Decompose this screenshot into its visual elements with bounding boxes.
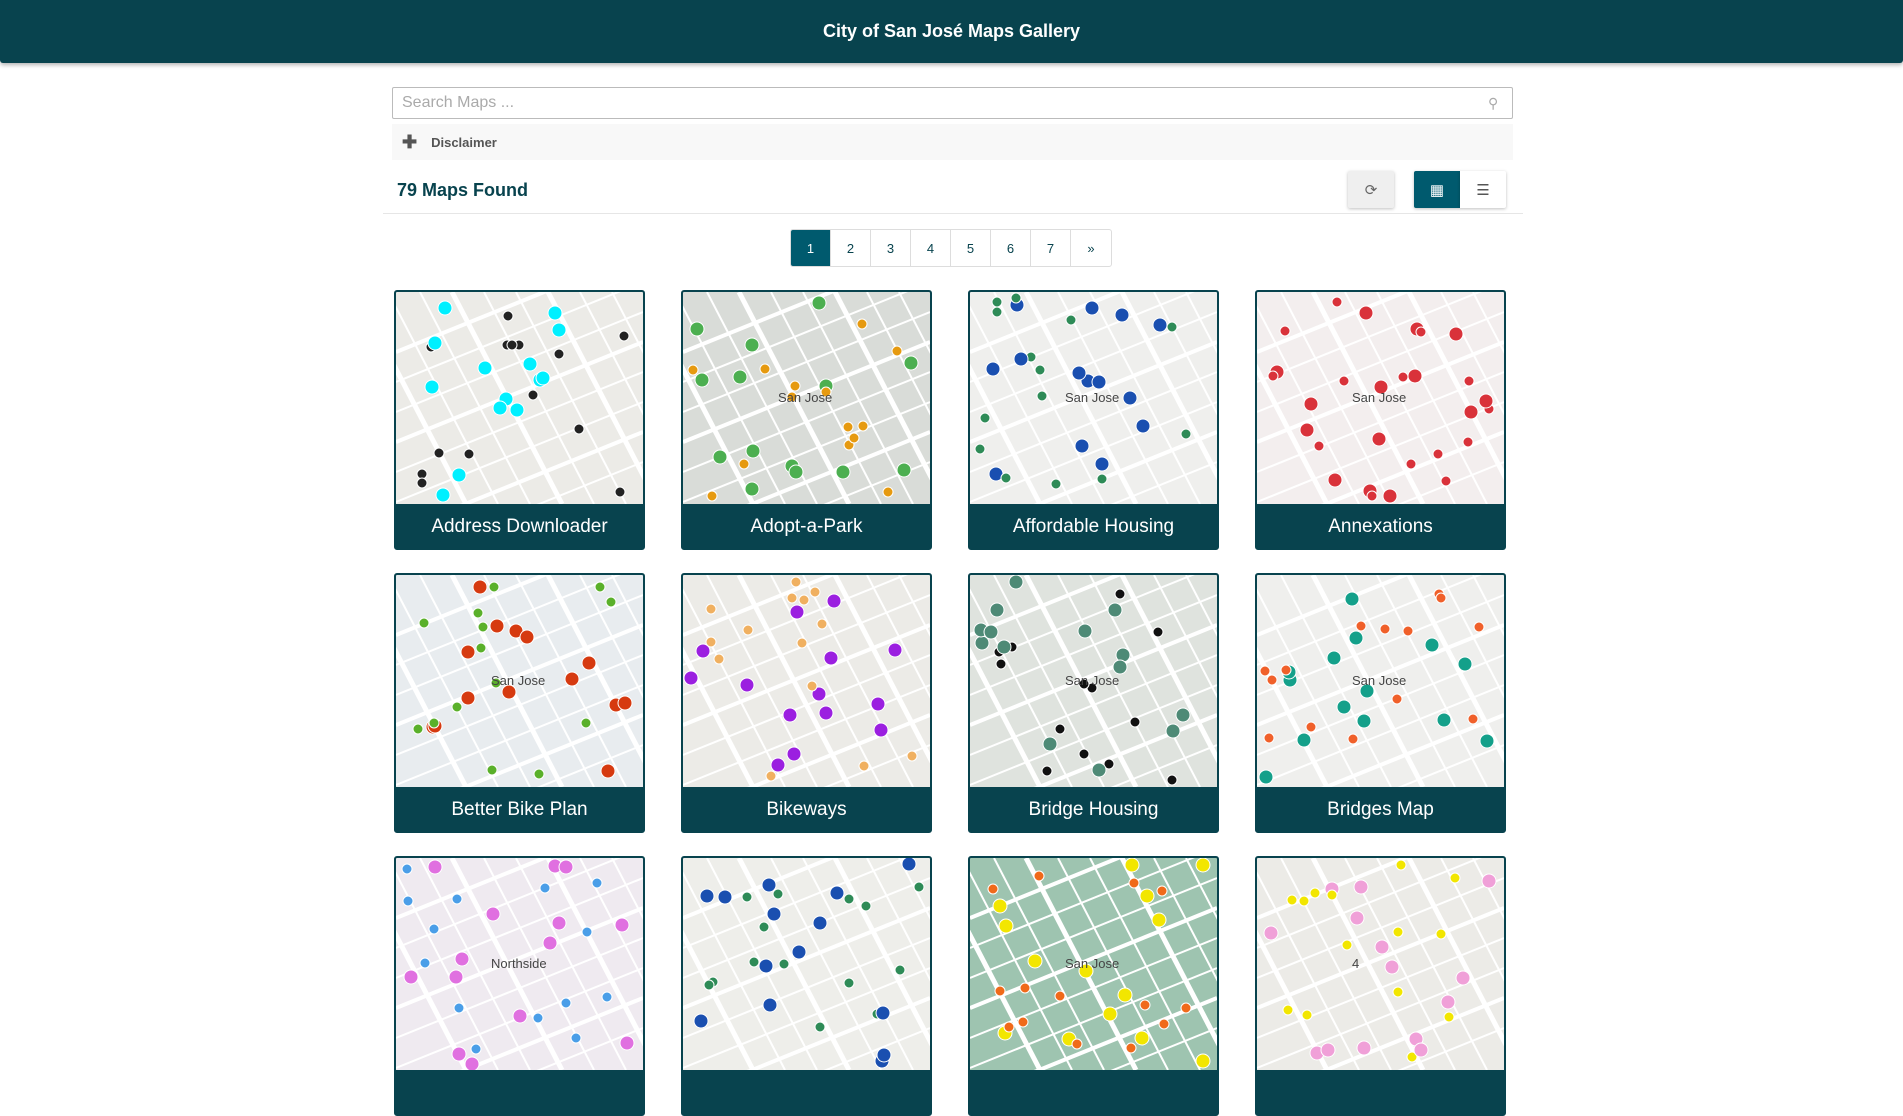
map-label: San Jose <box>1065 390 1119 405</box>
search-icon[interactable]: ⚲ <box>1488 95 1512 112</box>
map-card-title: Bridge Housing <box>1028 799 1159 820</box>
map-card[interactable]: San Jose Adopt-a-Park <box>681 290 932 550</box>
map-label: 4 <box>1352 956 1359 971</box>
page-button-2[interactable]: 2 <box>831 230 871 266</box>
page-button-7[interactable]: 7 <box>1031 230 1071 266</box>
map-card-title <box>683 1070 930 1114</box>
map-card-title: Adopt-a-Park <box>750 516 863 537</box>
map-thumbnail: San Jose <box>396 575 643 787</box>
map-card[interactable]: San Jose Better Bike Plan <box>394 573 645 833</box>
map-card[interactable]: San Jose Affordable Housing <box>968 290 1219 550</box>
grid-view-button[interactable]: ▦ <box>1414 171 1460 208</box>
page-button-4[interactable]: 4 <box>911 230 951 266</box>
map-card[interactable]: Northside <box>394 856 645 1116</box>
map-card-title <box>970 1070 1217 1114</box>
page-button-6[interactable]: 6 <box>991 230 1031 266</box>
map-card-title: Annexations <box>1328 516 1433 537</box>
map-label: San Jose <box>491 673 545 688</box>
map-card[interactable]: Address Downloader <box>394 290 645 550</box>
page-button-1[interactable]: 1 <box>791 230 831 266</box>
map-card-title: Address Downloader <box>431 516 608 537</box>
list-view-icon: ☰ <box>1476 181 1490 199</box>
map-label: San Jose <box>778 390 832 405</box>
page-button-5[interactable]: 5 <box>951 230 991 266</box>
map-thumbnail: Northside <box>396 858 643 1070</box>
map-card-title: Bridges Map <box>1327 799 1434 820</box>
plus-icon: ✚ <box>402 131 418 152</box>
map-card-title <box>1257 1070 1504 1114</box>
disclaimer-toggle[interactable]: ✚ Disclaimer <box>392 124 1513 160</box>
map-thumbnail: San Jose <box>970 292 1217 504</box>
map-card-title: Better Bike Plan <box>451 799 588 820</box>
map-thumbnail: San Jose <box>970 575 1217 787</box>
map-card-title <box>396 1070 643 1114</box>
disclaimer-label: Disclaimer <box>431 134 497 150</box>
map-card[interactable] <box>681 856 932 1116</box>
map-thumbnail: San Jose <box>970 858 1217 1070</box>
map-thumbnail: San Jose <box>1257 575 1504 787</box>
list-view-button[interactable]: ☰ <box>1460 171 1506 208</box>
map-thumbnail <box>683 858 930 1070</box>
pagination: 1 2 3 4 5 6 7» <box>790 229 1112 267</box>
map-thumbnail: 4 <box>1257 858 1504 1070</box>
map-card[interactable]: Bikeways <box>681 573 932 833</box>
refresh-icon: ⟳ <box>1364 181 1378 199</box>
map-label: Northside <box>491 956 547 971</box>
map-label: San Jose <box>1065 673 1119 688</box>
map-label: San Jose <box>1065 956 1119 971</box>
maps-found-count: 79 Maps Found <box>397 180 529 200</box>
refresh-button[interactable]: ⟳ <box>1348 171 1394 208</box>
next-page-button[interactable]: » <box>1071 230 1111 266</box>
map-card[interactable]: San Jose Bridges Map <box>1255 573 1506 833</box>
results-toolbar: 79 Maps Found ⟳ ▦ ☰ <box>383 168 1523 214</box>
map-card[interactable]: 4 <box>1255 856 1506 1116</box>
grid-view-icon: ▦ <box>1429 181 1445 199</box>
search-box: ⚲ <box>392 87 1513 119</box>
search-input[interactable] <box>393 88 1488 118</box>
map-card-title: Affordable Housing <box>1012 516 1175 537</box>
map-card[interactable]: San Jose Annexations <box>1255 290 1506 550</box>
app-header: City of San José Maps Gallery <box>0 0 1903 63</box>
map-thumbnail: San Jose <box>683 292 930 504</box>
map-card[interactable]: San Jose Bridge Housing <box>968 573 1219 833</box>
page-button-3[interactable]: 3 <box>871 230 911 266</box>
page-title: City of San José Maps Gallery <box>822 21 1081 41</box>
map-label: San Jose <box>1352 390 1406 405</box>
map-thumbnail: San Jose <box>1257 292 1504 504</box>
map-thumbnail <box>683 575 930 787</box>
map-card-title: Bikeways <box>766 799 847 820</box>
map-card[interactable]: San Jose <box>968 856 1219 1116</box>
map-thumbnail <box>396 292 643 504</box>
map-label: San Jose <box>1352 673 1406 688</box>
